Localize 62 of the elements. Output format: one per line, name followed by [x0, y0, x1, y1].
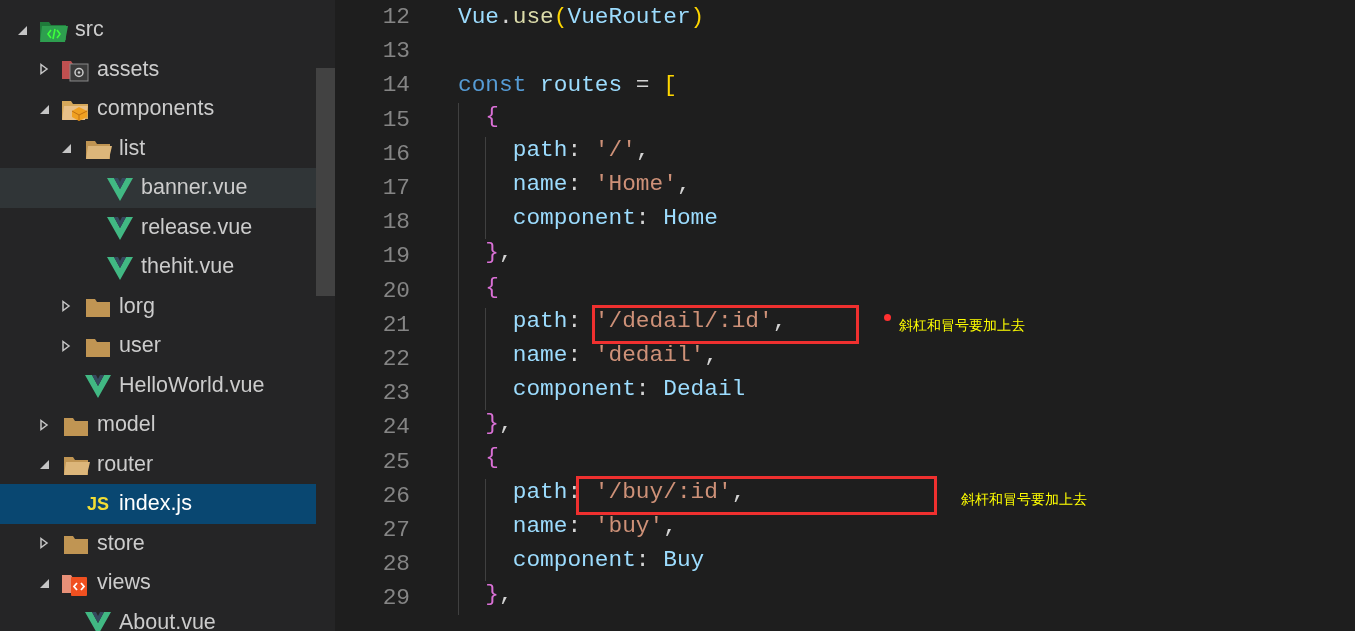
collapsed-arrow-icon[interactable]	[38, 63, 50, 76]
code-line: const routes = [	[458, 72, 677, 99]
line-number: 16	[381, 140, 410, 167]
tree-item[interactable]: JS index.js	[0, 484, 316, 524]
tree-item[interactable]: About.vue	[0, 602, 316, 631]
line-number: 23	[381, 380, 410, 407]
tree-item[interactable]: router	[0, 444, 316, 484]
annotation-text: 斜杠和冒号要加上去	[899, 316, 1025, 335]
code-line: component: Buy	[458, 547, 705, 582]
collapsed-arrow-icon[interactable]	[38, 537, 50, 550]
line-number: 19	[381, 243, 410, 270]
line-number: 18	[381, 209, 410, 236]
code-line: name: 'dedail',	[458, 341, 718, 377]
code-line: },	[458, 239, 513, 274]
line-number: 27	[381, 516, 410, 543]
tree-item[interactable]: HelloWorld.vue	[0, 365, 316, 405]
tree-item[interactable]: list	[0, 128, 316, 168]
collapsed-arrow-icon[interactable]	[38, 418, 50, 431]
tree-item[interactable]: model	[0, 405, 316, 445]
line-number: 25	[381, 448, 410, 475]
annotation-text: 斜杆和冒号要加上去	[961, 490, 1087, 509]
code-line: {	[458, 444, 500, 479]
code-line: path: '/buy/:id',	[458, 478, 746, 513]
line-number: 20	[381, 277, 410, 304]
line-number: 26	[381, 482, 410, 509]
line-number: 12	[381, 4, 410, 31]
line-number: 17	[381, 175, 410, 202]
line-number: 13	[381, 38, 410, 65]
line-number: 22	[381, 345, 410, 372]
code-line: {	[458, 102, 500, 137]
code-line: {	[458, 273, 500, 308]
collapsed-arrow-icon[interactable]	[60, 339, 72, 352]
tree-item[interactable]: components	[0, 89, 316, 129]
code-line: component: Dedail	[458, 376, 746, 411]
tree-item[interactable]: lorg	[0, 286, 316, 326]
line-number: 21	[381, 311, 410, 338]
line-number: 29	[381, 585, 410, 612]
tree-item[interactable]: src	[0, 10, 316, 50]
tree-item[interactable]: store	[0, 523, 316, 563]
code-line: component: Home	[458, 205, 718, 240]
code-line: name: 'Home',	[458, 170, 691, 206]
js-label: JS	[87, 494, 109, 513]
tree-item[interactable]: banner.vue	[0, 168, 316, 208]
tree-item[interactable]: thehit.vue	[0, 247, 316, 287]
line-number: 24	[381, 414, 410, 441]
code-line: path: '/',	[458, 136, 650, 171]
scrollbar[interactable]	[316, 68, 335, 296]
line-number: 14	[381, 72, 410, 99]
code-line: path: '/dedail/:id',	[458, 307, 787, 342]
code-line: },	[458, 581, 513, 616]
collapsed-arrow-icon[interactable]	[60, 300, 72, 313]
tree-item[interactable]: assets	[0, 49, 316, 89]
tree-item[interactable]: user	[0, 326, 316, 366]
tree-item[interactable]: release.vue	[0, 207, 316, 247]
code-line: name: 'buy',	[458, 512, 677, 547]
line-number: 28	[381, 551, 410, 578]
code-line: Vue.use(VueRouter)	[458, 4, 705, 31]
code-line: },	[458, 410, 513, 445]
line-number: 15	[381, 106, 410, 133]
expanded-arrow-icon[interactable]	[60, 142, 72, 155]
tree-item[interactable]: views	[0, 563, 316, 603]
expanded-arrow-icon[interactable]	[38, 458, 50, 471]
